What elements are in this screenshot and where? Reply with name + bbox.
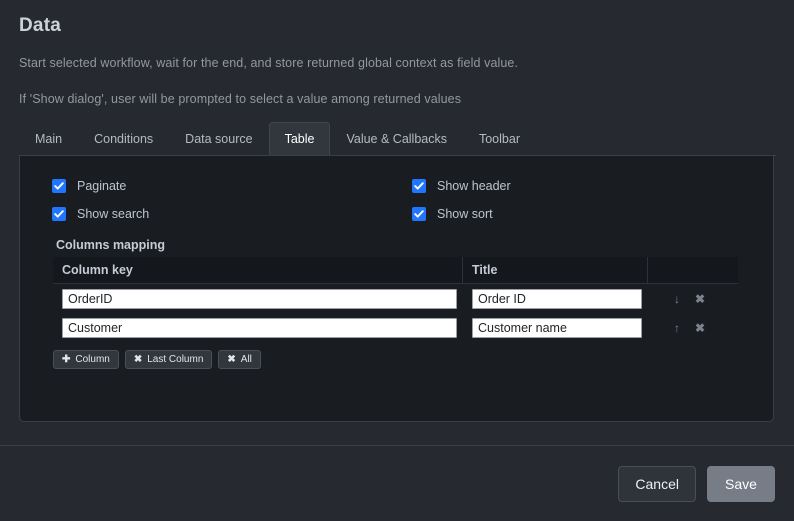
option-paginate-label: Paginate: [77, 179, 127, 193]
option-show-sort-label: Show sort: [437, 207, 493, 221]
column-title-input[interactable]: [472, 317, 642, 338]
row-key-cell: [53, 288, 463, 309]
option-show-sort[interactable]: Show sort: [412, 207, 493, 221]
option-show-header-label: Show header: [437, 179, 511, 193]
close-icon: ✖: [227, 354, 236, 365]
option-show-search-label: Show search: [77, 207, 150, 221]
tab-data-source[interactable]: Data source: [169, 122, 268, 156]
remove-all-columns-label: All: [240, 354, 252, 365]
row-actions-cell: ↓ ✖: [648, 293, 738, 305]
row-key-cell: [53, 317, 463, 338]
plus-icon: ✚: [62, 354, 71, 365]
footer-actions: Cancel Save: [618, 466, 775, 502]
tab-table[interactable]: Table: [268, 122, 331, 156]
column-header-key: Column key: [53, 257, 463, 283]
columns-mapping-title: Columns mapping: [56, 238, 166, 252]
arrow-up-icon[interactable]: ↑: [674, 322, 680, 334]
checkbox-show-sort[interactable]: [412, 207, 426, 221]
remove-row-icon[interactable]: ✖: [695, 322, 705, 334]
save-button[interactable]: Save: [707, 466, 775, 502]
remove-last-column-button[interactable]: ✖ Last Column: [124, 350, 213, 369]
tab-conditions[interactable]: Conditions: [78, 122, 169, 156]
column-header-title: Title: [463, 257, 648, 283]
close-icon: ✖: [133, 354, 143, 365]
page-title: Data: [19, 15, 61, 36]
checkbox-show-search[interactable]: [52, 207, 66, 221]
table-header-row: Column key Title: [53, 257, 738, 284]
table-row: ↑ ✖: [53, 313, 738, 342]
option-show-header[interactable]: Show header: [412, 179, 511, 193]
tab-toolbar[interactable]: Toolbar: [463, 122, 536, 156]
columns-mapping-table: Column key Title ↓ ✖ ↑: [53, 257, 738, 342]
option-paginate[interactable]: Paginate: [52, 179, 126, 193]
add-column-button[interactable]: ✚ Column: [53, 350, 119, 369]
arrow-down-icon[interactable]: ↓: [674, 293, 680, 305]
table-settings-panel: Paginate Show header Show search Show so…: [19, 156, 774, 422]
table-row: ↓ ✖: [53, 284, 738, 313]
page-description-line-1: Start selected workflow, wait for the en…: [19, 56, 519, 70]
row-title-cell: [463, 288, 648, 309]
tab-value-callbacks[interactable]: Value & Callbacks: [330, 122, 463, 156]
page-description-line-2: If 'Show dialog', user will be prompted …: [19, 92, 462, 106]
checkbox-show-header[interactable]: [412, 179, 426, 193]
tab-main[interactable]: Main: [19, 122, 78, 156]
column-key-input[interactable]: [62, 288, 457, 309]
checkbox-paginate[interactable]: [52, 179, 66, 193]
tab-bar: Main Conditions Data source Table Value …: [19, 122, 536, 156]
row-title-cell: [463, 317, 648, 338]
column-key-input[interactable]: [62, 317, 457, 338]
columns-action-buttons: ✚ Column ✖ Last Column ✖ All: [53, 350, 261, 369]
option-show-search[interactable]: Show search: [52, 207, 149, 221]
column-title-input[interactable]: [472, 288, 642, 309]
row-actions-cell: ↑ ✖: [648, 322, 738, 334]
remove-all-columns-button[interactable]: ✖ All: [218, 350, 261, 369]
remove-last-column-label: Last Column: [147, 354, 204, 365]
remove-row-icon[interactable]: ✖: [695, 293, 705, 305]
add-column-label: Column: [75, 354, 110, 365]
column-header-actions: [648, 257, 738, 283]
cancel-button[interactable]: Cancel: [618, 466, 696, 502]
footer-divider: [0, 445, 794, 446]
